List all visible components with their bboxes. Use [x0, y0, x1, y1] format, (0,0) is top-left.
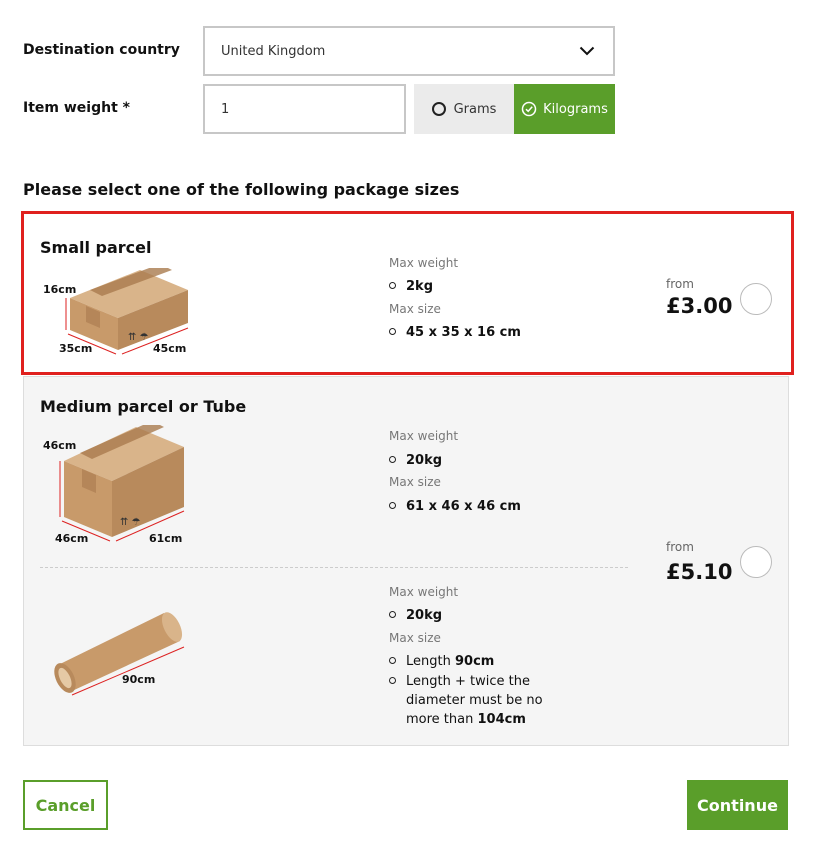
small-max-size: 45 x 35 x 16 cm: [389, 323, 521, 342]
unit-kilograms-button[interactable]: Kilograms: [514, 84, 615, 134]
medium-price: £5.10: [666, 560, 733, 584]
small-parcel-title: Small parcel: [40, 238, 152, 257]
medium-parcel-radio[interactable]: [740, 546, 772, 578]
destination-label: Destination country: [23, 42, 180, 58]
small-dim-width: 45cm: [153, 342, 187, 355]
weight-label: Item weight *: [23, 100, 130, 116]
tube-max-weight: 20kg: [389, 606, 442, 625]
section-title: Please select one of the following packa…: [23, 180, 460, 199]
cancel-button[interactable]: Cancel: [23, 780, 108, 830]
small-max-weight-label: Max weight: [389, 256, 459, 270]
destination-value: United Kingdom: [221, 43, 326, 59]
medium-max-size: 61 x 46 x 46 cm: [389, 497, 521, 516]
weight-value: 1: [221, 101, 230, 117]
tube-icon: [54, 612, 185, 696]
small-from-label: from: [666, 277, 694, 291]
unit-grams-button[interactable]: Grams: [414, 84, 514, 134]
medium-max-weight: 20kg: [389, 451, 442, 470]
small-price: £3.00: [666, 294, 733, 318]
bullet-icon: [389, 611, 396, 618]
medium-parcel-title: Medium parcel or Tube: [40, 397, 247, 416]
small-dim-depth: 35cm: [59, 342, 93, 355]
bullet-icon: [389, 502, 396, 509]
tube-length: Length 90cm: [389, 652, 494, 671]
svg-text:⇈ ☂: ⇈ ☂: [128, 332, 149, 343]
chevron-down-icon: [579, 46, 595, 56]
medium-parcel-option[interactable]: Medium parcel or Tube ⇈ ☂ 46cm 46cm 61cm…: [23, 376, 789, 746]
destination-select[interactable]: United Kingdom: [203, 26, 615, 76]
bullet-icon: [389, 328, 396, 335]
tube-max-size-label: Max size: [389, 631, 441, 645]
tube-rule: Length + twice the diameter must be no m…: [389, 672, 569, 729]
bullet-icon: [389, 282, 396, 289]
medium-dim-width: 61cm: [149, 532, 183, 545]
svg-text:⇈ ☂: ⇈ ☂: [120, 517, 141, 528]
small-parcel-option[interactable]: Small parcel ⇈ ☂ 16cm 35cm 45cm Max weig…: [21, 211, 794, 375]
small-parcel-radio[interactable]: [740, 283, 772, 315]
medium-from-label: from: [666, 540, 694, 554]
unit-kilograms-label: Kilograms: [543, 101, 608, 117]
bullet-icon: [389, 657, 396, 664]
divider: [40, 567, 628, 568]
small-max-weight: 2kg: [389, 277, 433, 296]
bullet-icon: [389, 677, 396, 684]
small-max-size-label: Max size: [389, 302, 441, 316]
medium-max-size-label: Max size: [389, 475, 441, 489]
unit-grams-label: Grams: [453, 101, 497, 117]
bullet-icon: [389, 456, 396, 463]
tube-max-weight-label: Max weight: [389, 585, 459, 599]
small-dim-height: 16cm: [43, 283, 77, 296]
weight-input[interactable]: 1: [203, 84, 406, 134]
continue-button[interactable]: Continue: [687, 780, 788, 830]
medium-dim-depth: 46cm: [55, 532, 89, 545]
medium-dim-height: 46cm: [43, 439, 77, 452]
check-circle-icon: [521, 101, 537, 117]
radio-empty-icon: [431, 102, 446, 116]
tube-dim-length: 90cm: [122, 673, 156, 686]
medium-max-weight-label: Max weight: [389, 429, 459, 443]
